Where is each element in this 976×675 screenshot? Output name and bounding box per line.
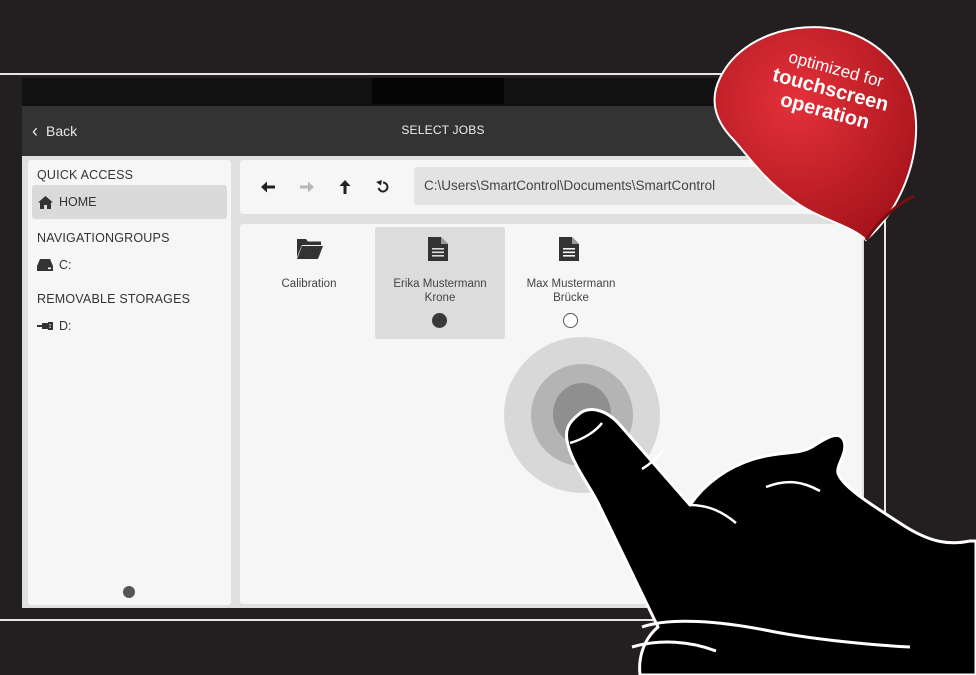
promo-stage: ‹ Back SELECT JOBS QUICK ACCESS HOME NAV…: [0, 0, 976, 675]
sidebar-item-d[interactable]: D:: [32, 309, 227, 343]
file-item-max-mustermann[interactable]: Max Mustermann Brücke: [506, 227, 636, 339]
file-name: Erika Mustermann Krone: [393, 278, 487, 304]
camera-notch: [372, 78, 504, 104]
sidebar-item-label: HOME: [59, 195, 97, 209]
file-item-calibration[interactable]: Calibration: [244, 227, 374, 339]
page-indicator-dot: [123, 586, 135, 598]
section-navigationgroups: NAVIGATIONGROUPS: [37, 231, 170, 245]
document-icon: [428, 237, 452, 263]
section-quick-access: QUICK ACCESS: [37, 168, 134, 182]
section-removable-storages: REMOVABLE STORAGES: [37, 292, 191, 306]
document-icon: [559, 237, 583, 263]
sidebar-item-label: C:: [59, 258, 72, 272]
sidebar-item-home[interactable]: HOME: [32, 185, 227, 219]
file-item-erika-mustermann[interactable]: Erika Mustermann Krone: [375, 227, 505, 339]
sidebar: QUICK ACCESS HOME NAVIGATIONGROUPS C: RE…: [28, 160, 231, 605]
file-name: Max Mustermann Brücke: [526, 278, 616, 304]
file-name: Calibration: [281, 278, 337, 290]
usb-icon: [37, 319, 53, 333]
refresh-icon[interactable]: [372, 176, 394, 198]
folder-icon: [297, 237, 323, 263]
back-arrow-icon[interactable]: [257, 176, 279, 198]
up-arrow-icon[interactable]: [334, 176, 356, 198]
sidebar-item-label: D:: [59, 319, 72, 333]
hard-drive-icon: [37, 258, 53, 272]
radio-unselected[interactable]: [563, 313, 578, 328]
radio-selected[interactable]: [432, 313, 447, 328]
forward-arrow-icon[interactable]: [296, 176, 318, 198]
sidebar-item-c[interactable]: C:: [32, 248, 227, 282]
hand-illustration: [564, 408, 976, 675]
home-icon: [37, 195, 53, 209]
